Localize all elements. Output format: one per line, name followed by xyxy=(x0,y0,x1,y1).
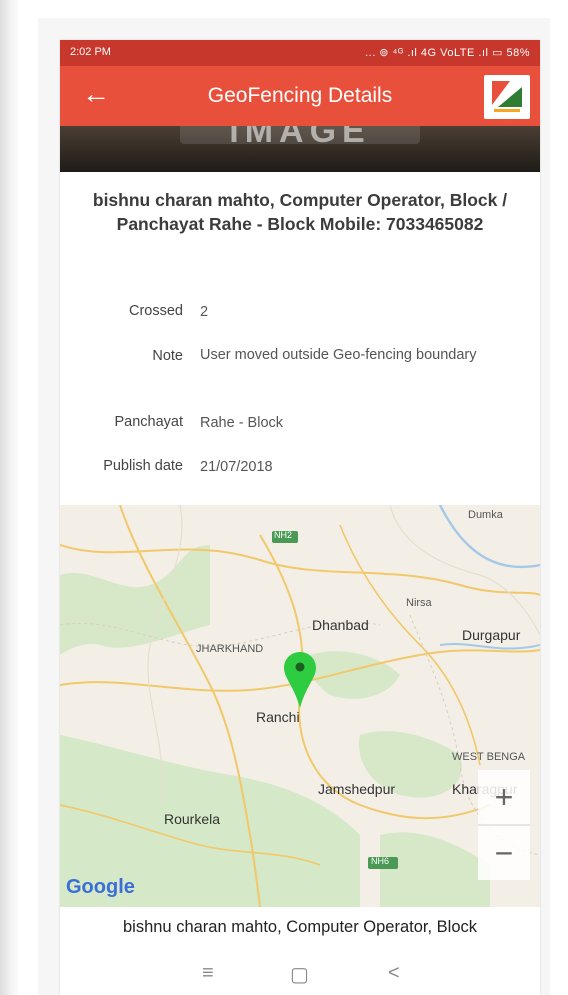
field-label-publish-date: Publish date xyxy=(103,458,183,474)
field-label-crossed: Crossed xyxy=(129,303,183,319)
map-label-dumka: Dumka xyxy=(468,509,503,521)
zoom-in-button[interactable]: + xyxy=(478,770,530,824)
map-label-jharkhand: JHARKHAND xyxy=(196,643,264,655)
location-pin-icon[interactable] xyxy=(284,652,316,713)
field-value-note: User moved outside Geo-fencing boundary xyxy=(200,347,477,363)
app-bar: ← GeoFencing Details xyxy=(60,66,540,126)
field-label-note: Note xyxy=(152,348,183,364)
map-label-nirsa: Nirsa xyxy=(406,597,432,609)
home-icon[interactable]: ▢ xyxy=(290,962,309,987)
map-label-rourkela: Rourkela xyxy=(164,811,221,827)
map-label-nh-south: NH6 xyxy=(371,856,390,866)
user-heading: bishnu charan mahto, Computer Operator, … xyxy=(92,190,508,234)
page-title: GeoFencing Details xyxy=(207,84,393,107)
banner-text: IMAGE xyxy=(229,126,371,150)
status-time: 2:02 PM xyxy=(70,46,111,58)
banner-image: IMAGE xyxy=(60,126,540,172)
android-nav-bar: ≡ ▢ < xyxy=(60,958,540,995)
map-label-dhanbad: Dhanbad xyxy=(312,617,369,633)
status-bar: 2:02 PM ... ⊚ ⁴ᴳ .ıl 4G VoLTE .ıl ▭ 58% xyxy=(60,40,540,66)
nav-back-icon[interactable]: < xyxy=(388,962,400,985)
map-label-durgapur: Durgapur xyxy=(462,627,521,643)
menu-icon[interactable]: ≡ xyxy=(202,962,214,985)
map-label-west-bengal: WEST BENGA xyxy=(452,751,526,763)
footer-caption: bishnu charan mahto, Computer Operator, … xyxy=(122,918,478,936)
google-logo: Google xyxy=(66,876,135,898)
field-value-publish-date: 21/07/2018 xyxy=(200,459,273,475)
field-label-panchayat: Panchayat xyxy=(114,414,183,430)
map-label-jamshedpur: Jamshedpur xyxy=(318,781,396,797)
field-value-crossed: 2 xyxy=(200,304,209,320)
map-zoom-controls: + − xyxy=(478,770,530,880)
window-shadow xyxy=(0,0,18,995)
app-logo-icon xyxy=(484,75,530,119)
status-icons: ... ⊚ ⁴ᴳ .ıl 4G VoLTE .ıl ▭ 58% xyxy=(365,47,530,59)
map-label-nh: NH2 xyxy=(274,530,293,540)
zoom-out-button[interactable]: − xyxy=(478,826,530,880)
phone-screen: 2:02 PM ... ⊚ ⁴ᴳ .ıl 4G VoLTE .ıl ▭ 58% … xyxy=(60,40,540,995)
field-value-panchayat: Rahe - Block xyxy=(200,415,284,431)
